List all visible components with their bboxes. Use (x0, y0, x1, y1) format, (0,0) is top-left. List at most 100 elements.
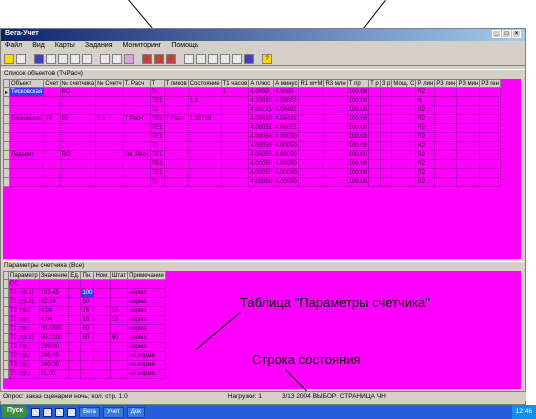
print-icon[interactable] (16, 54, 26, 64)
table-cell[interactable]: 4.00050 (248, 150, 275, 160)
table-cell[interactable] (323, 150, 348, 160)
table-cell[interactable] (68, 297, 82, 307)
table-row[interactable]: ПС (3, 279, 166, 289)
table-cell[interactable] (323, 177, 348, 187)
table-cell[interactable] (95, 168, 124, 178)
table-cell[interactable] (43, 159, 61, 169)
table-cell[interactable]: 240.00 (38, 360, 70, 370)
table-cell[interactable] (434, 87, 458, 97)
table-cell[interactable]: ТЕ2 (149, 114, 165, 124)
table-cell[interactable] (187, 168, 222, 178)
table-cell[interactable] (368, 105, 381, 115)
table-cell[interactable] (323, 141, 348, 151)
column-header[interactable]: R1 м+M (298, 79, 325, 88)
close-icon[interactable]: × (512, 30, 521, 38)
table-cell[interactable] (95, 87, 124, 97)
table-row[interactable]: То 4.00050 4.00050 100.00 R2 (3, 141, 501, 151)
table-row[interactable]: Тисковская 74 95 5.1 Т Расч ТЕ2 Т Расч 1.20728 4… (3, 114, 501, 124)
table-cell[interactable] (323, 114, 348, 124)
table-cell[interactable] (379, 132, 393, 142)
table-cell[interactable] (109, 369, 129, 379)
table-cell[interactable] (43, 141, 61, 151)
table-cell[interactable] (59, 177, 97, 187)
table-cell[interactable] (59, 141, 97, 151)
table-row[interactable]: ТЕ2 4.00050 4.00050 100.00 R2 (3, 159, 501, 169)
table-cell[interactable]: Тисковская (9, 114, 45, 124)
table-cell[interactable] (434, 177, 458, 187)
table-cell[interactable] (59, 168, 97, 178)
table-cell[interactable] (298, 159, 325, 169)
table-cell[interactable]: норма (127, 288, 166, 298)
table-cell[interactable] (163, 96, 189, 106)
table-cell[interactable] (163, 132, 189, 142)
table-cell[interactable] (368, 114, 381, 124)
table-row[interactable]: Т1 (тр.1) 102.45 100 норма (3, 288, 166, 298)
table-cell[interactable] (298, 150, 325, 160)
table-cell[interactable] (80, 360, 95, 370)
column-header[interactable]: № счетчика (59, 79, 97, 88)
task-button-3[interactable]: Док (126, 406, 145, 418)
table-cell[interactable] (163, 177, 189, 187)
table-cell[interactable] (187, 141, 222, 151)
table-cell[interactable] (187, 123, 222, 133)
table-cell[interactable] (43, 168, 61, 178)
table-cell[interactable] (95, 150, 124, 160)
table-cell[interactable]: 100.00 (346, 159, 370, 169)
table-row[interactable]: То 4.00050 4.00050 100.00 R2 (3, 177, 501, 187)
table-cell[interactable] (434, 159, 458, 169)
table-cell[interactable]: 4.00050 (273, 132, 300, 142)
table-cell[interactable] (68, 342, 82, 352)
table-row[interactable]: ТЕ1 4.06051 4.06051 100.00 R2 (3, 123, 501, 133)
table-cell[interactable] (379, 105, 393, 115)
table-cell[interactable] (43, 150, 61, 160)
table-cell[interactable]: 100.00 (346, 105, 370, 115)
table-cell[interactable]: 100.00 (346, 114, 370, 124)
table-cell[interactable]: R2 (415, 141, 436, 151)
table-cell[interactable] (93, 324, 111, 334)
table-cell[interactable]: 100.08 (346, 87, 370, 97)
table-cell[interactable] (391, 114, 417, 124)
table-cell[interactable] (391, 123, 417, 133)
table-cell[interactable]: норма (127, 324, 166, 334)
table-cell[interactable]: 16 (109, 306, 129, 316)
table-cell[interactable]: R2 (415, 150, 436, 160)
table-cell[interactable] (187, 87, 222, 97)
table-cell[interactable] (163, 141, 189, 151)
table-cell[interactable] (456, 123, 481, 133)
table-cell[interactable]: норма (127, 342, 166, 352)
table-cell[interactable] (368, 123, 381, 133)
table-cell[interactable] (68, 315, 82, 325)
table-cell[interactable]: R2 (415, 168, 436, 178)
table-cell[interactable]: R2 (415, 132, 436, 142)
table-cell[interactable] (434, 114, 458, 124)
objects-table[interactable]: Объект Счет № счетчика № Счетч Т. Расч Т Т пик… (3, 79, 521, 259)
column-header[interactable]: Т пиков (163, 79, 189, 88)
table-cell[interactable] (68, 324, 82, 334)
column-header[interactable]: № Счетч (95, 79, 124, 88)
table-cell[interactable]: 4.00050 (273, 168, 300, 178)
delete-icon[interactable] (208, 54, 218, 64)
table-cell[interactable] (379, 87, 393, 97)
table-row[interactable]: Т2 (тр.2) 50.0100 50 60 норма (3, 333, 166, 343)
table-cell[interactable] (68, 306, 82, 316)
table-cell[interactable]: не норма (127, 351, 166, 361)
table-cell[interactable] (434, 150, 458, 160)
table-cell[interactable] (68, 288, 82, 298)
task-button-1[interactable]: Вега (79, 406, 100, 418)
table-cell[interactable]: 4.04 (38, 306, 70, 316)
table-cell[interactable]: 16 (80, 306, 95, 316)
table-row[interactable]: Ледевит RO Ок. Расч ТЕ1 4.00050 4.00050 100.00… (3, 150, 501, 160)
table-cell[interactable] (9, 168, 45, 178)
table-row[interactable]: ▸ Тисковская RO То 1 4.0050 4.0060 100.08 R2 (3, 87, 501, 97)
table-cell[interactable] (379, 150, 393, 160)
start-button[interactable]: Пуск (2, 406, 29, 418)
column-header[interactable]: Т пр (346, 79, 370, 88)
table-cell[interactable]: 1 (220, 87, 250, 97)
table-cell[interactable]: 60 (109, 333, 129, 343)
table-cell[interactable] (220, 159, 250, 169)
table-cell[interactable] (93, 351, 111, 361)
table-cell[interactable]: 100.00 (346, 177, 370, 187)
table-cell[interactable] (220, 96, 250, 106)
table-cell[interactable] (187, 132, 222, 142)
table-cell[interactable] (220, 123, 250, 133)
